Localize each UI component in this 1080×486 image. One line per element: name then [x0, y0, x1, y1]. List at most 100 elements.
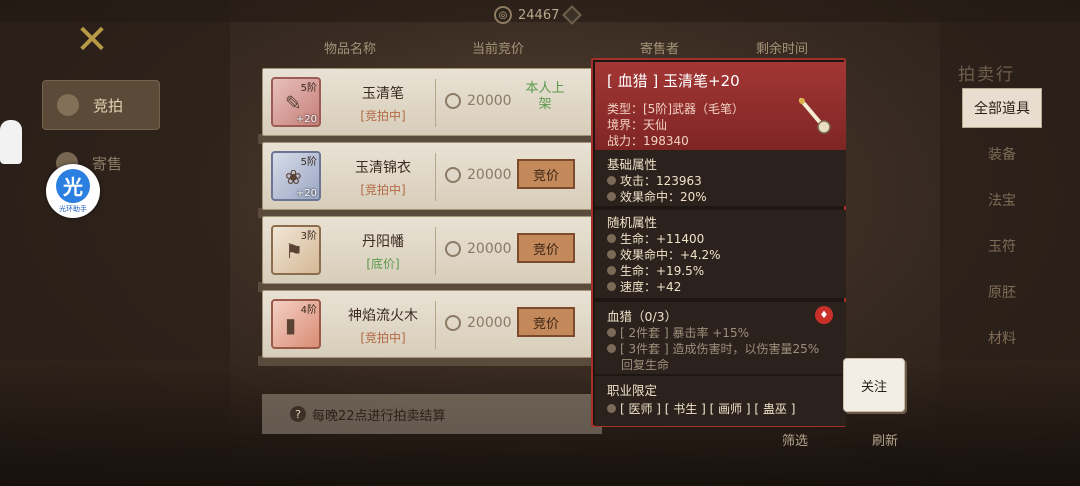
price-value: 20000 — [467, 93, 512, 109]
stat-text: 生命：+19.5% — [620, 264, 705, 278]
help-icon[interactable]: ? — [290, 406, 306, 422]
col-header-price: 当前竞价 — [472, 42, 525, 57]
bullet-icon — [607, 344, 616, 353]
bullet-icon — [607, 282, 616, 291]
tab-bid-label: 竞拍 — [93, 96, 124, 115]
set-line: [ 2件套 ] 暴击率 +15% — [607, 324, 749, 341]
coin-icon: ◎ — [494, 6, 512, 24]
stat-line: 效果命中：20% — [607, 188, 707, 205]
class-restriction-section: 职业限定 [ 医师 ] [ 书生 ] [ 画师 ] [ 蛊巫 ] — [595, 376, 846, 426]
tooltip-power: 战力：198340 — [607, 134, 689, 148]
banner-icon: ⚑ — [285, 239, 303, 263]
item-price: 20000 — [445, 167, 512, 183]
bid-icon — [57, 94, 79, 116]
set-text: [ 2件套 ] 暴击率 +15% — [620, 326, 749, 340]
category-talisman[interactable]: 玉符 — [962, 226, 1042, 266]
item-icon[interactable]: ❀ 5阶 +20 — [271, 151, 321, 201]
class-text: [ 医师 ] [ 书生 ] [ 画师 ] [ 蛊巫 ] — [620, 402, 796, 416]
refresh-button[interactable]: 刷新 — [872, 430, 898, 449]
item-status: [底价] — [366, 257, 400, 271]
item-icon[interactable]: ✎ 5阶 +20 — [271, 77, 321, 127]
base-stats-section: 基础属性 攻击：123963 效果命中：20% — [595, 150, 846, 206]
avatar[interactable] — [0, 120, 22, 164]
divider — [435, 79, 436, 127]
set-text: [ 3件套 ] 造成伤害时，以伤害量25% — [620, 342, 820, 356]
item-icon[interactable]: ▮ 4阶 — [271, 299, 321, 349]
stat-line: 生命：+19.5% — [607, 262, 704, 279]
item-price: 20000 — [445, 241, 512, 257]
stat-text: 攻击：123963 — [620, 174, 702, 188]
settlement-notice: ? 每晚22点进行拍卖结算 — [290, 398, 590, 430]
class-title: 职业限定 — [607, 383, 658, 398]
filter-button[interactable]: 筛选 — [782, 430, 808, 449]
helper-label: 光环助手 — [59, 204, 87, 213]
tooltip-type: 类型：[5阶]武器（毛笔） — [607, 102, 744, 116]
class-line: [ 医师 ] [ 书生 ] [ 画师 ] [ 蛊巫 ] — [607, 400, 795, 417]
random-stats-title: 随机属性 — [607, 215, 658, 230]
col-header-time: 剩余时间 — [756, 42, 809, 57]
bullet-icon — [607, 328, 616, 337]
bullet-icon — [607, 176, 616, 185]
tooltip-realm: 境界：天仙 — [607, 118, 668, 132]
close-icon[interactable]: ✕ — [72, 20, 112, 60]
divider — [435, 227, 436, 275]
table-row[interactable]: ⚑ 3阶 丹阳幡 [底价] 20000 竞价 — [262, 216, 594, 284]
item-name: 玉清锦衣 — [355, 160, 411, 176]
helper-button[interactable]: 光 光环助手 — [46, 164, 100, 218]
item-status: [竞拍中] — [360, 109, 406, 123]
tooltip-title: [ 血猎 ] 玉清笔+20 — [607, 72, 740, 90]
notice-text: 每晚22点进行拍卖结算 — [312, 408, 446, 424]
category-artifact[interactable]: 法宝 — [962, 180, 1042, 220]
seller-self-label: 本人上架 — [525, 81, 565, 112]
item-name: 神焰流火木 — [348, 308, 418, 324]
col-header-seller: 寄售者 — [640, 42, 680, 57]
wood-icon: ▮ — [285, 313, 297, 337]
tooltip-header: [ 血猎 ] 玉清笔+20 类型：[5阶]武器（毛笔） 境界：天仙 战力：198… — [595, 62, 846, 150]
stat-line: 攻击：123963 — [607, 172, 702, 189]
blood-drop-icon: ♦ — [815, 306, 833, 324]
item-tier: 5阶 — [300, 157, 317, 168]
add-currency-icon[interactable] — [562, 5, 583, 25]
table-row[interactable]: ✎ 5阶 +20 玉清笔 [竞拍中] 20000 本人上架 — [262, 68, 594, 136]
coin-icon — [445, 167, 461, 183]
bullet-icon — [607, 266, 616, 275]
item-status: [竞拍中] — [360, 331, 406, 345]
divider — [435, 153, 436, 201]
random-stats-section: 随机属性 生命：+11400 效果命中：+4.2% 生命：+19.5% 速度：+… — [595, 210, 846, 298]
price-value: 20000 — [467, 241, 512, 257]
item-price: 20000 — [445, 315, 512, 331]
item-icon[interactable]: ⚑ 3阶 — [271, 225, 321, 275]
stat-text: 生命：+11400 — [620, 232, 705, 246]
category-material[interactable]: 材料 — [962, 318, 1042, 358]
bullet-icon — [607, 234, 616, 243]
category-all-items[interactable]: 全部道具 — [962, 88, 1042, 128]
tab-consign-label: 寄售 — [92, 154, 123, 173]
base-stats-title: 基础属性 — [607, 157, 658, 172]
stat-line: 效果命中：+4.2% — [607, 246, 721, 263]
item-price: 20000 — [445, 93, 512, 109]
item-plus: +20 — [295, 114, 317, 125]
coin-icon — [445, 315, 461, 331]
category-equipment[interactable]: 装备 — [962, 134, 1042, 174]
set-bonus-section: 血猎（0/3） [ 2件套 ] 暴击率 +15% [ 3件套 ] 造成伤害时，以… — [595, 302, 846, 374]
item-tier: 3阶 — [300, 231, 317, 242]
bullet-icon — [607, 404, 616, 413]
helper-icon: 光 — [56, 168, 90, 203]
table-row[interactable]: ❀ 5阶 +20 玉清锦衣 [竞拍中] 20000 竞价 — [262, 142, 594, 210]
price-value: 20000 — [467, 315, 512, 331]
bid-button[interactable]: 竞价 — [517, 307, 575, 337]
table-row[interactable]: ▮ 4阶 神焰流火木 [竞拍中] 20000 竞价 — [262, 290, 594, 358]
follow-button[interactable]: 关注 — [843, 358, 905, 412]
currency-display: ◎ 24467 — [494, 4, 583, 26]
item-name: 玉清笔 — [362, 86, 404, 102]
tab-bid[interactable]: 竞拍 — [42, 80, 160, 130]
bid-button[interactable]: 竞价 — [517, 159, 575, 189]
panel-title: 拍卖行 — [958, 65, 1015, 85]
category-blank[interactable]: 原胚 — [962, 272, 1042, 312]
coin-icon — [445, 93, 461, 109]
bid-button[interactable]: 竞价 — [517, 233, 575, 263]
item-name: 丹阳幡 — [362, 234, 404, 250]
item-tier: 5阶 — [300, 83, 317, 94]
bullet-icon — [607, 250, 616, 259]
set-bonus-title: 血猎（0/3） — [607, 309, 678, 324]
